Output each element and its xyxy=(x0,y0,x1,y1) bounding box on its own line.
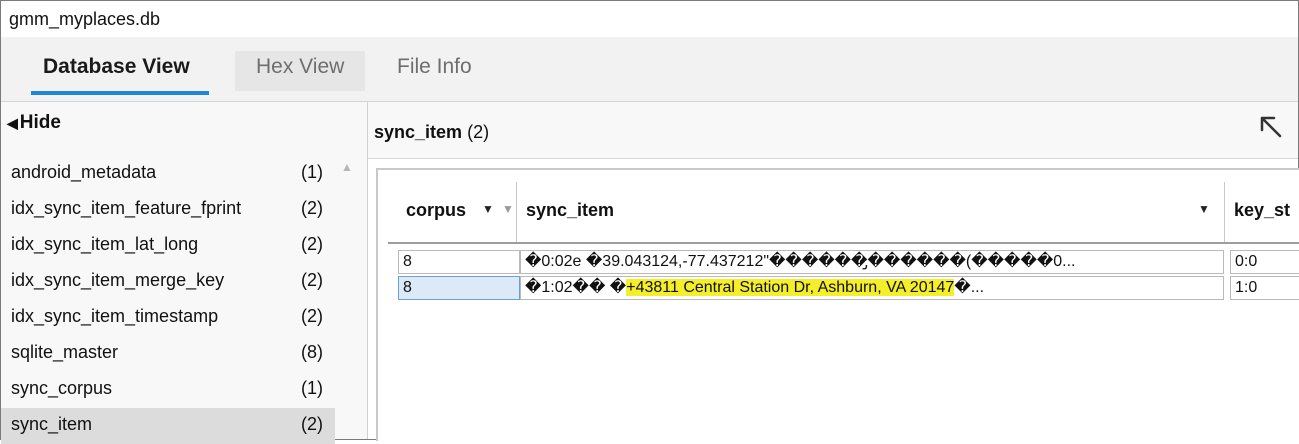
table-count: (8) xyxy=(301,342,323,362)
table-item-android-metadata[interactable]: android_metadata (1) xyxy=(1,156,335,192)
grid-header: corpus ▼ ▼ sync_item ▼ key_st xyxy=(388,182,1299,244)
column-dropdown-icon[interactable]: ▼ xyxy=(1198,202,1210,216)
column-header-key[interactable]: key_st xyxy=(1234,200,1290,221)
cell-sync-item[interactable]: �1:02�� �+43811 Central Station Dr, Ashb… xyxy=(520,276,1224,300)
table-view-header: sync_item (2) xyxy=(368,102,1298,159)
cell-key[interactable]: 0:0 xyxy=(1230,250,1299,274)
table-item-idx-sync-item-timestamp[interactable]: idx_sync_item_timestamp (2) xyxy=(1,300,335,336)
table-name: sync_item xyxy=(11,414,93,434)
table-name: idx_sync_item_timestamp xyxy=(11,306,219,326)
tab-file-info[interactable]: File Info xyxy=(397,55,472,79)
caret-left-icon: ◀ xyxy=(7,115,18,131)
table-item-sync-corpus[interactable]: sync_corpus (1) xyxy=(1,372,335,408)
table-item-idx-sync-item-feature-fprint[interactable]: idx_sync_item_feature_fprint (2) xyxy=(1,192,335,228)
cell-corpus[interactable]: 8 xyxy=(398,250,520,274)
table-view-title: sync_item (2) xyxy=(374,122,489,143)
table-name: android_metadata xyxy=(11,162,157,182)
table-name: sync_corpus xyxy=(11,378,113,398)
table-row[interactable]: 8 �1:02�� �+43811 Central Station Dr, As… xyxy=(388,276,1299,300)
highlighted-address: +43811 Central Station Dr, Ashburn, VA 2… xyxy=(626,279,955,296)
table-count: (2) xyxy=(301,270,323,290)
column-divider[interactable] xyxy=(1224,182,1225,242)
active-tab-indicator xyxy=(31,91,209,95)
cell-sync-item-text: �1:02�� � xyxy=(525,279,627,296)
title-bar: gmm_myplaces.db xyxy=(1,1,1298,37)
hide-label: Hide xyxy=(19,112,61,133)
cell-corpus[interactable]: 8 xyxy=(398,276,520,300)
table-item-sync-item[interactable]: sync_item (2) xyxy=(1,408,335,444)
data-grid: corpus ▼ ▼ sync_item ▼ key_st 8 �0:02e �… xyxy=(376,168,1299,441)
table-list: android_metadata (1) idx_sync_item_featu… xyxy=(1,156,346,444)
table-view-count: (2) xyxy=(467,122,490,142)
cursor-arrow-icon[interactable] xyxy=(1256,112,1288,144)
table-list-panel: ◀ Hide ▲ android_metadata (1) idx_sync_it… xyxy=(1,102,368,444)
table-count: (2) xyxy=(301,414,323,434)
tab-hex-view[interactable]: Hex View xyxy=(256,55,344,79)
window-title: gmm_myplaces.db xyxy=(9,9,161,29)
table-row[interactable]: 8 �0:02e �39.043124,-77.437212"������̡��… xyxy=(388,250,1299,274)
table-name: idx_sync_item_feature_fprint xyxy=(11,198,242,218)
column-header-sync-item[interactable]: sync_item xyxy=(526,200,614,221)
table-item-idx-sync-item-merge-key[interactable]: idx_sync_item_merge_key (2) xyxy=(1,264,335,300)
table-count: (2) xyxy=(301,198,323,218)
tab-bar: Database View Hex View File Info xyxy=(1,37,1298,102)
table-view-panel: sync_item (2) corpus ▼ ▼ sync_item ▼ key… xyxy=(368,102,1299,441)
table-name: idx_sync_item_merge_key xyxy=(11,270,225,290)
hide-button[interactable]: ◀ Hide xyxy=(7,112,61,134)
column-header-corpus[interactable]: corpus xyxy=(406,200,466,221)
table-count: (1) xyxy=(301,162,323,182)
cell-sync-item[interactable]: �0:02e �39.043124,-77.437212"������̡����… xyxy=(520,250,1224,274)
table-name: sqlite_master xyxy=(11,342,119,362)
cell-sync-item-tail: �... xyxy=(954,279,985,296)
table-item-idx-sync-item-lat-long[interactable]: idx_sync_item_lat_long (2) xyxy=(1,228,335,264)
column-divider[interactable] xyxy=(516,182,517,242)
table-count: (2) xyxy=(301,234,323,254)
filter-icon[interactable]: ▼ xyxy=(502,202,514,216)
app-window: gmm_myplaces.db Database View Hex View F… xyxy=(0,0,1299,444)
table-item-sqlite-master[interactable]: sqlite_master (8) xyxy=(1,336,335,372)
table-name: idx_sync_item_lat_long xyxy=(11,234,199,254)
table-count: (2) xyxy=(301,306,323,326)
table-count: (1) xyxy=(301,378,323,398)
cell-sync-item-text: �0:02e �39.043124,-77.437212"������̡����… xyxy=(525,253,1076,270)
table-view-name: sync_item xyxy=(374,122,463,142)
sort-down-icon[interactable]: ▼ xyxy=(482,202,494,216)
cell-key[interactable]: 1:0 xyxy=(1230,276,1299,300)
tab-database-view[interactable]: Database View xyxy=(43,55,190,79)
